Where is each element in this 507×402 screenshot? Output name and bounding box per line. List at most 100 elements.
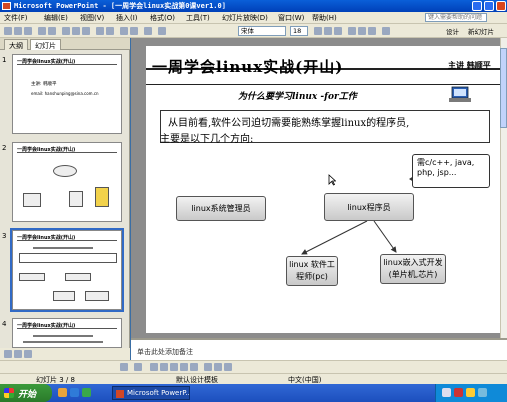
node-software-engineer[interactable]: linux 软件工程师(pc) — [286, 256, 338, 286]
menu-slideshow[interactable]: 幻灯片放映(D) — [222, 13, 268, 23]
new-slide-button[interactable]: 新幻灯片 — [468, 26, 494, 36]
print-icon[interactable] — [38, 27, 46, 35]
tab-slides[interactable]: 幻灯片 — [30, 39, 61, 50]
thumb-line — [33, 335, 93, 337]
textbox-icon[interactable] — [190, 363, 198, 371]
taskbar-item-label: Microsoft PowerP... — [127, 389, 190, 397]
thumb-author: 主讲: 韩顺平 — [31, 82, 57, 87]
tray-icon[interactable] — [442, 388, 451, 397]
slide-canvas[interactable]: 一周学会linux实战(开山) 主讲 韩顺平 为什么要学习linux -for工… — [146, 46, 500, 333]
notes-pane[interactable]: 单击此处添加备注 — [131, 338, 507, 360]
tray-icon[interactable] — [454, 388, 463, 397]
autoshapes-icon[interactable] — [134, 363, 142, 371]
windows-taskbar: 开始 Microsoft PowerP... — [0, 384, 507, 402]
font-size-select[interactable]: 18 — [290, 26, 308, 36]
view-buttons — [0, 348, 130, 360]
redo-icon[interactable] — [106, 27, 114, 35]
undo-icon[interactable] — [96, 27, 104, 35]
oval-icon[interactable] — [180, 363, 188, 371]
line-icon[interactable] — [150, 363, 158, 371]
thumb-shape — [23, 193, 41, 207]
quicklaunch-icon[interactable] — [70, 388, 79, 397]
zoom-icon[interactable] — [144, 27, 152, 35]
taskbar-item-powerpoint[interactable]: Microsoft PowerP... — [112, 386, 190, 400]
slide-number: 4 — [2, 320, 7, 328]
quicklaunch-icon[interactable] — [58, 388, 67, 397]
slideshow-view-icon[interactable] — [24, 350, 32, 358]
thumb-shape — [95, 187, 109, 207]
quicklaunch-icon[interactable] — [82, 388, 91, 397]
cut-icon[interactable] — [62, 27, 70, 35]
align-center-icon[interactable] — [358, 27, 366, 35]
notes-placeholder: 单击此处添加备注 — [137, 348, 193, 356]
scrollbar-thumb[interactable] — [500, 48, 507, 128]
bold-icon[interactable] — [314, 27, 322, 35]
fill-color-icon[interactable] — [204, 363, 212, 371]
callout-languages[interactable]: 需c/c++, java, php, jsp... — [412, 154, 490, 188]
menu-format[interactable]: 格式(O) — [150, 13, 175, 23]
slide-number: 2 — [2, 144, 7, 152]
chart-icon[interactable] — [120, 27, 128, 35]
maximize-button[interactable] — [484, 1, 494, 11]
slide-thumbnail-3[interactable]: 一周学会linux实战(开山) — [10, 228, 124, 312]
menu-file[interactable]: 文件(F) — [4, 13, 28, 23]
thumb-email: email: hanshunping@sina.com.cn — [31, 91, 99, 96]
italic-icon[interactable] — [324, 27, 332, 35]
menu-view[interactable]: 视图(V) — [80, 13, 104, 23]
start-label: 开始 — [18, 390, 37, 400]
minimize-button[interactable] — [472, 1, 482, 11]
start-button[interactable]: 开始 — [0, 384, 52, 402]
node-sysadmin[interactable]: linux系统管理员 — [176, 196, 266, 221]
close-button[interactable] — [496, 1, 506, 11]
help-icon[interactable] — [158, 27, 166, 35]
tray-icon[interactable] — [466, 388, 475, 397]
thumb-shape — [19, 273, 45, 281]
new-icon[interactable] — [4, 27, 12, 35]
menu-tools[interactable]: 工具(T) — [186, 13, 210, 23]
help-search-input[interactable]: 键入需要帮助的问题 — [425, 13, 487, 22]
arrow-icon[interactable] — [160, 363, 168, 371]
font-color-draw-icon[interactable] — [224, 363, 232, 371]
rectangle-icon[interactable] — [170, 363, 178, 371]
menu-help[interactable]: 帮助(H) — [312, 13, 337, 23]
menu-window[interactable]: 窗口(W) — [278, 13, 304, 23]
title-bar: Microsoft PowerPoint - [一周学会linux实战第0课ve… — [0, 0, 507, 12]
slide-thumbnail-1[interactable]: 一周学会linux实战(开山) 主讲: 韩顺平 email: hanshunpi… — [12, 54, 122, 134]
thumb-shape — [65, 273, 91, 281]
font-select[interactable]: 宋体 — [238, 26, 286, 36]
preview-icon[interactable] — [48, 27, 56, 35]
system-tray — [435, 384, 507, 402]
node-embedded[interactable]: linux嵌入式开发(单片机,芯片) — [380, 254, 446, 284]
align-left-icon[interactable] — [348, 27, 356, 35]
slides-pane: 大纲 幻灯片 1 一周学会linux实战(开山) 主讲: 韩顺平 email: … — [0, 38, 130, 360]
powerpoint-app-icon — [2, 2, 11, 10]
windows-logo-icon — [4, 388, 14, 398]
align-right-icon[interactable] — [368, 27, 376, 35]
tray-icon[interactable] — [478, 388, 487, 397]
save-icon[interactable] — [24, 27, 32, 35]
thumb-line — [23, 341, 103, 343]
window-title: Microsoft PowerPoint - [一周学会linux实战第0课ve… — [14, 2, 226, 10]
design-button[interactable]: 设计 — [446, 26, 459, 36]
sorter-view-icon[interactable] — [14, 350, 22, 358]
line-color-icon[interactable] — [214, 363, 222, 371]
slide-thumbnail-4[interactable]: 一周学会linux实战(开山) — [12, 318, 122, 348]
mouse-cursor-icon — [328, 174, 336, 186]
tab-outline[interactable]: 大纲 — [4, 39, 28, 50]
underline-icon[interactable] — [334, 27, 342, 35]
paste-icon[interactable] — [82, 27, 90, 35]
status-bar: 幻灯片 3 / 8 默认设计模板 中文(中国) — [0, 373, 507, 384]
node-programmer[interactable]: linux程序员 — [324, 193, 414, 221]
slide-thumbnail-2[interactable]: 一周学会linux实战(开山) — [12, 142, 122, 222]
menu-edit[interactable]: 编辑(E) — [44, 13, 68, 23]
open-icon[interactable] — [14, 27, 22, 35]
diagram-connectors — [301, 220, 397, 255]
copy-icon[interactable] — [72, 27, 80, 35]
menu-insert[interactable]: 插入(I) — [116, 13, 138, 23]
table-icon[interactable] — [130, 27, 138, 35]
toolbar: 宋体 18 设计 新幻灯片 — [0, 24, 507, 38]
select-arrow-icon[interactable] — [120, 363, 128, 371]
font-color-icon[interactable] — [382, 27, 390, 35]
normal-view-icon[interactable] — [4, 350, 12, 358]
thumb-title: 一周学会linux实战(开山) — [17, 322, 117, 329]
